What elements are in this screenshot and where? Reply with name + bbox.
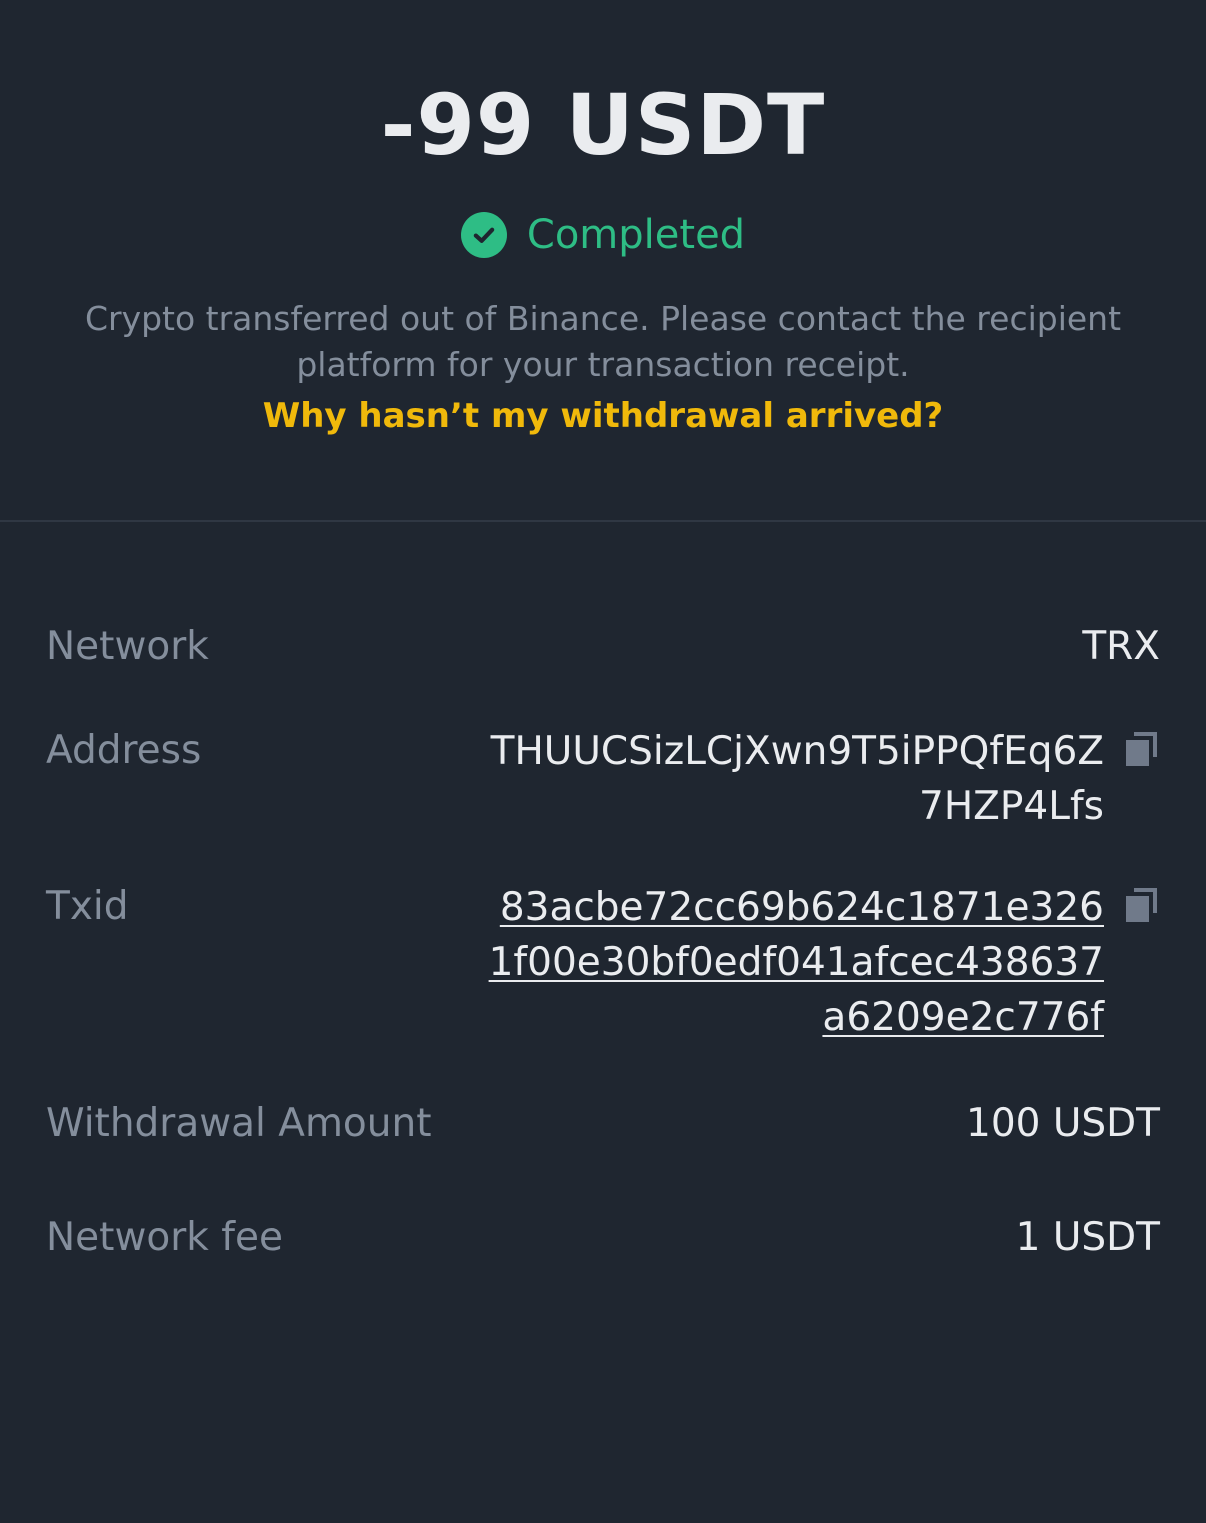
network-label: Network	[46, 624, 209, 669]
withdrawal-amount-label: Withdrawal Amount	[46, 1101, 432, 1146]
address-value-group: THUUCSizLCjXwn9T5iPPQfEq6Z7HZP4Lfs	[484, 724, 1160, 834]
txid-label: Txid	[46, 884, 129, 929]
check-circle-icon	[460, 212, 507, 258]
withdrawal-amount-value: 100 USDT	[966, 1101, 1160, 1146]
network-value: TRX	[1082, 624, 1160, 669]
status-row: Completed	[0, 212, 1206, 258]
detail-row-network-fee: Network fee 1 USDT	[46, 1211, 1160, 1265]
detail-row-txid: Txid 83acbe72cc69b624c1871e3261f00e30bf0…	[46, 880, 1160, 1045]
txid-value-group: 83acbe72cc69b624c1871e3261f00e30bf0edf04…	[484, 880, 1160, 1045]
network-fee-label: Network fee	[46, 1215, 283, 1260]
copy-icon[interactable]	[1124, 730, 1160, 770]
withdrawal-summary: -99 USDT Completed Crypto transferred ou…	[0, 0, 1206, 520]
status-label: Completed	[526, 212, 746, 258]
status-description: Crypto transferred out of Binance. Pleas…	[84, 299, 1122, 384]
address-value: THUUCSizLCjXwn9T5iPPQfEq6Z7HZP4Lfs	[490, 729, 1104, 829]
section-divider	[0, 520, 1206, 522]
detail-row-withdrawal-amount: Withdrawal Amount 100 USDT	[46, 1097, 1160, 1151]
withdrawal-amount-title: -99 USDT	[380, 76, 826, 174]
withdrawal-help-link[interactable]: Why hasn’t my withdrawal arrived?	[0, 396, 1206, 436]
copy-icon[interactable]	[1124, 886, 1160, 926]
txid-link[interactable]: 83acbe72cc69b624c1871e3261f00e30bf0edf04…	[484, 880, 1104, 1045]
detail-row-network: Network TRX	[46, 620, 1160, 674]
address-label: Address	[46, 728, 202, 773]
detail-row-address: Address THUUCSizLCjXwn9T5iPPQfEq6Z7HZP4L…	[46, 724, 1160, 834]
network-fee-value: 1 USDT	[1015, 1215, 1160, 1260]
